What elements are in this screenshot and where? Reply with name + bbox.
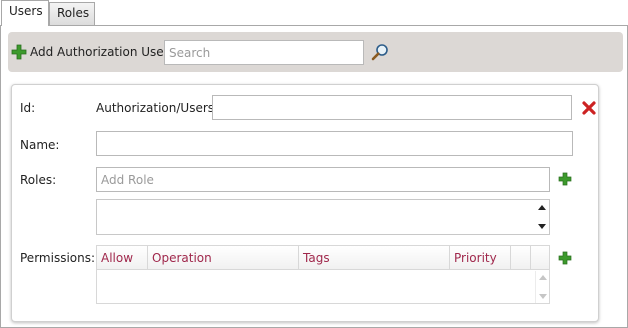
- name-field[interactable]: [96, 131, 573, 156]
- add-authorization-user-label: Add Authorization User: [30, 45, 169, 59]
- column-operation[interactable]: Operation: [148, 246, 299, 270]
- column-tags[interactable]: Tags: [299, 246, 450, 270]
- column-actions: [511, 246, 531, 270]
- plus-icon: [11, 44, 27, 60]
- add-role-icon[interactable]: [558, 172, 572, 186]
- permissions-table-body: [97, 271, 549, 303]
- tab-users[interactable]: Users: [1, 0, 49, 26]
- search-icon[interactable]: [371, 43, 389, 61]
- add-role-input[interactable]: [96, 167, 550, 192]
- scroll-down-icon[interactable]: [538, 222, 546, 230]
- add-authorization-user-button[interactable]: Add Authorization User: [11, 43, 169, 61]
- add-permission-icon[interactable]: [558, 251, 572, 265]
- roles-list[interactable]: [96, 199, 550, 235]
- id-label: Id:: [20, 101, 36, 115]
- toolbar: Add Authorization User: [8, 32, 623, 72]
- user-form-card: Id: Authorization/Users/ Name: Roles: Pe…: [11, 84, 599, 322]
- scroll-down-icon[interactable]: [539, 292, 547, 300]
- id-field[interactable]: [212, 95, 572, 120]
- scroll-up-icon[interactable]: [538, 204, 546, 212]
- permissions-scrollbar[interactable]: [535, 271, 549, 303]
- column-priority[interactable]: Priority: [450, 246, 511, 270]
- column-allow[interactable]: Allow: [97, 246, 148, 270]
- users-panel: Add Authorization User Id: Authorization…: [0, 25, 628, 328]
- roles-label: Roles:: [20, 173, 57, 187]
- scroll-up-icon[interactable]: [539, 274, 547, 282]
- permissions-label: Permissions:: [20, 251, 96, 265]
- name-label: Name:: [20, 138, 60, 152]
- delete-icon[interactable]: [582, 101, 596, 115]
- permissions-table: Allow Operation Tags Priority: [96, 245, 550, 304]
- tab-roles[interactable]: Roles: [49, 2, 95, 25]
- search-input[interactable]: [164, 40, 364, 65]
- permissions-table-header: Allow Operation Tags Priority: [97, 246, 549, 270]
- id-prefix: Authorization/Users/: [96, 101, 219, 115]
